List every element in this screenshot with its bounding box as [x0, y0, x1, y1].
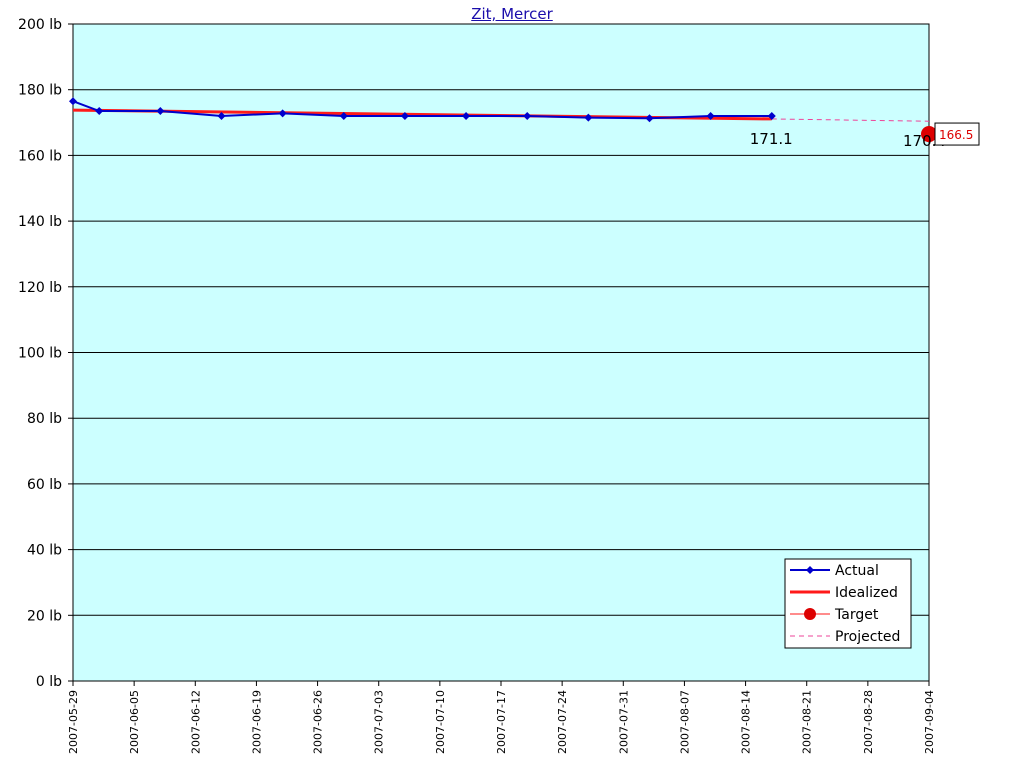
y-tick-label: 80 lb	[27, 411, 62, 427]
y-tick-label: 0 lb	[36, 674, 62, 690]
x-tick-label: 2007-06-19	[250, 690, 263, 754]
x-axis: 2007-05-29 2007-06-05 2007-06-12 2007-06-19…	[67, 681, 936, 754]
y-tick-label: 60 lb	[27, 477, 62, 493]
x-tick-label: 2007-05-29	[67, 690, 80, 754]
y-tick-label: 180 lb	[18, 83, 62, 99]
x-tick-label: 2007-07-03	[373, 690, 386, 754]
x-tick-label: 2007-06-26	[312, 690, 325, 754]
y-tick-label: 100 lb	[18, 346, 62, 362]
x-tick-label: 2007-07-17	[495, 690, 508, 754]
x-tick-label: 2007-06-05	[128, 690, 141, 754]
annotation-label: 171.1	[750, 130, 793, 148]
y-tick-label: 140 lb	[18, 214, 62, 230]
y-tick-label: 120 lb	[18, 280, 62, 296]
legend: Actual Idealized Target Projected	[784, 558, 912, 649]
y-axis: 0 lb 20 lb 40 lb 60 lb 80 lb 100 lb 120 lb 140 …	[18, 17, 73, 690]
chart-title[interactable]: Zit, Mercer	[0, 5, 1024, 23]
x-tick-label: 2007-07-24	[556, 690, 569, 754]
x-tick-label: 2007-08-28	[862, 690, 875, 754]
x-tick-label: 2007-06-12	[189, 690, 202, 754]
target-callout-label: 166.5	[939, 128, 973, 142]
legend-marker-target	[804, 608, 816, 620]
x-tick-label: 2007-09-04	[923, 690, 936, 754]
weight-chart: 0 lb 20 lb 40 lb 60 lb 80 lb 100 lb 120 lb 140 …	[18, 17, 980, 754]
y-tick-label: 20 lb	[27, 608, 62, 624]
y-tick-label: 40 lb	[27, 543, 62, 559]
x-tick-label: 2007-08-07	[678, 690, 691, 754]
legend-label: Actual	[835, 563, 879, 579]
legend-label: Projected	[835, 629, 900, 645]
x-tick-label: 2007-08-14	[740, 690, 753, 754]
legend-label: Idealized	[835, 585, 898, 601]
x-tick-label: 2007-07-10	[434, 690, 447, 754]
x-tick-label: 2007-07-31	[617, 690, 630, 754]
legend-label: Target	[834, 607, 879, 623]
y-tick-label: 160 lb	[18, 148, 62, 164]
x-tick-label: 2007-08-21	[801, 690, 814, 754]
chart-root: Zit, Mercer 0 lb 20 lb 40 lb 60 lb 80 lb 100 …	[0, 0, 1024, 768]
